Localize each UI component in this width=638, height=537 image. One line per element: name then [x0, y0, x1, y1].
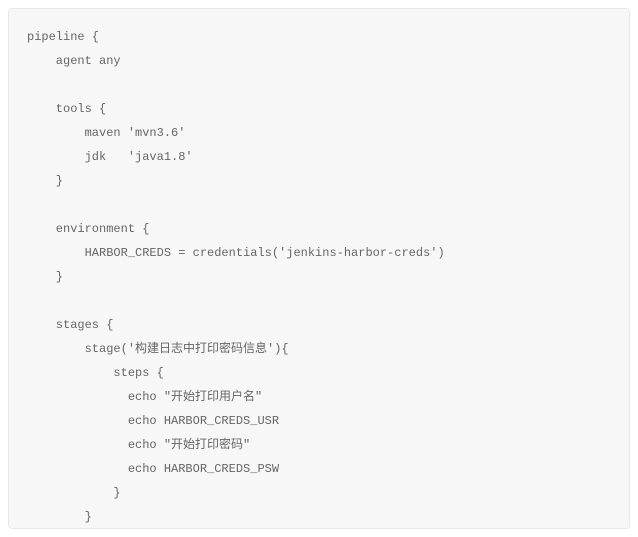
code-block: pipeline { agent any tools { maven 'mvn3…	[8, 8, 630, 529]
code-content: pipeline { agent any tools { maven 'mvn3…	[27, 25, 611, 529]
